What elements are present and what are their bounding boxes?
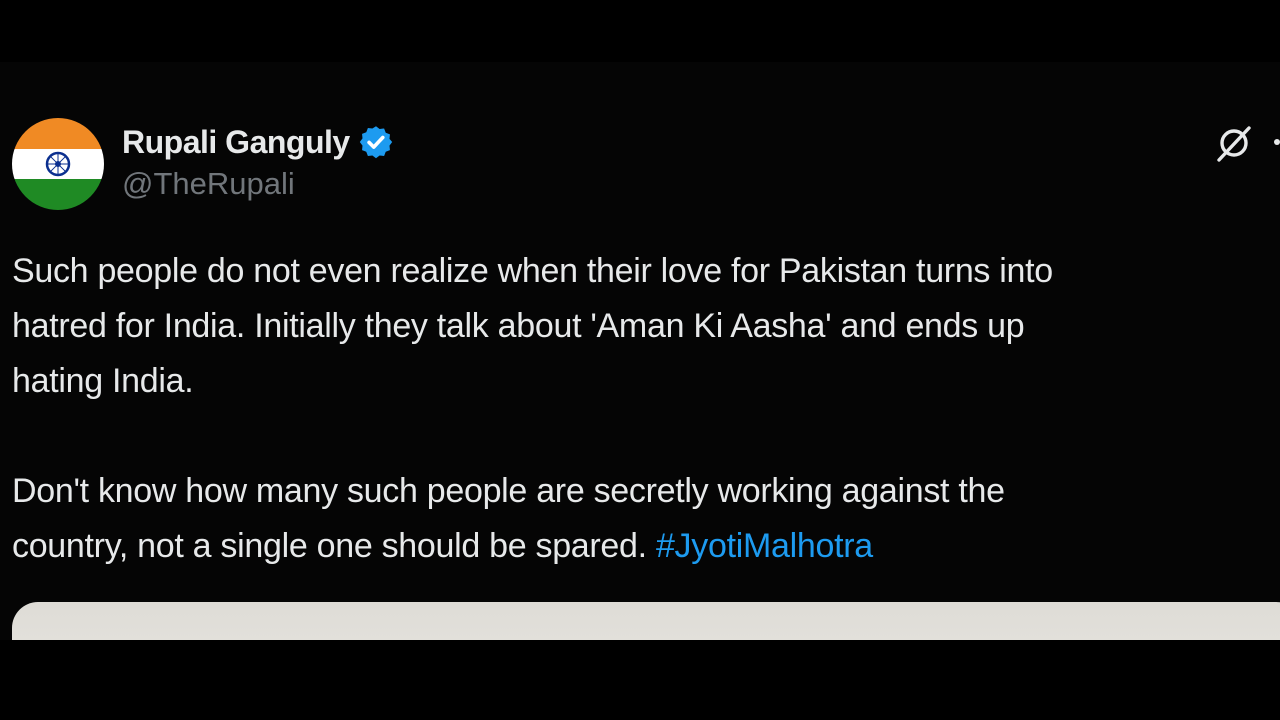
india-flag-icon	[12, 118, 104, 210]
tweet-line: Such people do not even realize when the…	[12, 252, 1053, 290]
hashtag-link[interactable]: #JyotiMalhotra	[656, 527, 873, 565]
tweet-line: hating India.	[12, 362, 194, 400]
tweet-line: hatred for India. Initially they talk ab…	[12, 307, 1025, 345]
grok-icon[interactable]	[1213, 122, 1255, 164]
author-display-name[interactable]: Rupali Ganguly	[122, 124, 350, 161]
tweet-text: Such people do not even realize when the…	[12, 244, 1274, 574]
author-handle[interactable]: @TheRupali	[122, 166, 295, 202]
tweet-screenshot: Rupali Ganguly @TheRupali Such people do…	[0, 0, 1280, 720]
more-icon[interactable]	[1274, 139, 1280, 145]
tweet-line: Don't know how many such people are secr…	[12, 472, 1005, 510]
avatar[interactable]	[12, 118, 104, 210]
author-name-row: Rupali Ganguly	[122, 122, 394, 162]
tweet-line-text: country, not a single one should be spar…	[12, 527, 647, 565]
verified-badge-icon	[359, 126, 392, 159]
bottom-letterbox	[0, 640, 1280, 720]
tweet-line-with-hashtag: country, not a single one should be spar…	[12, 519, 1274, 574]
